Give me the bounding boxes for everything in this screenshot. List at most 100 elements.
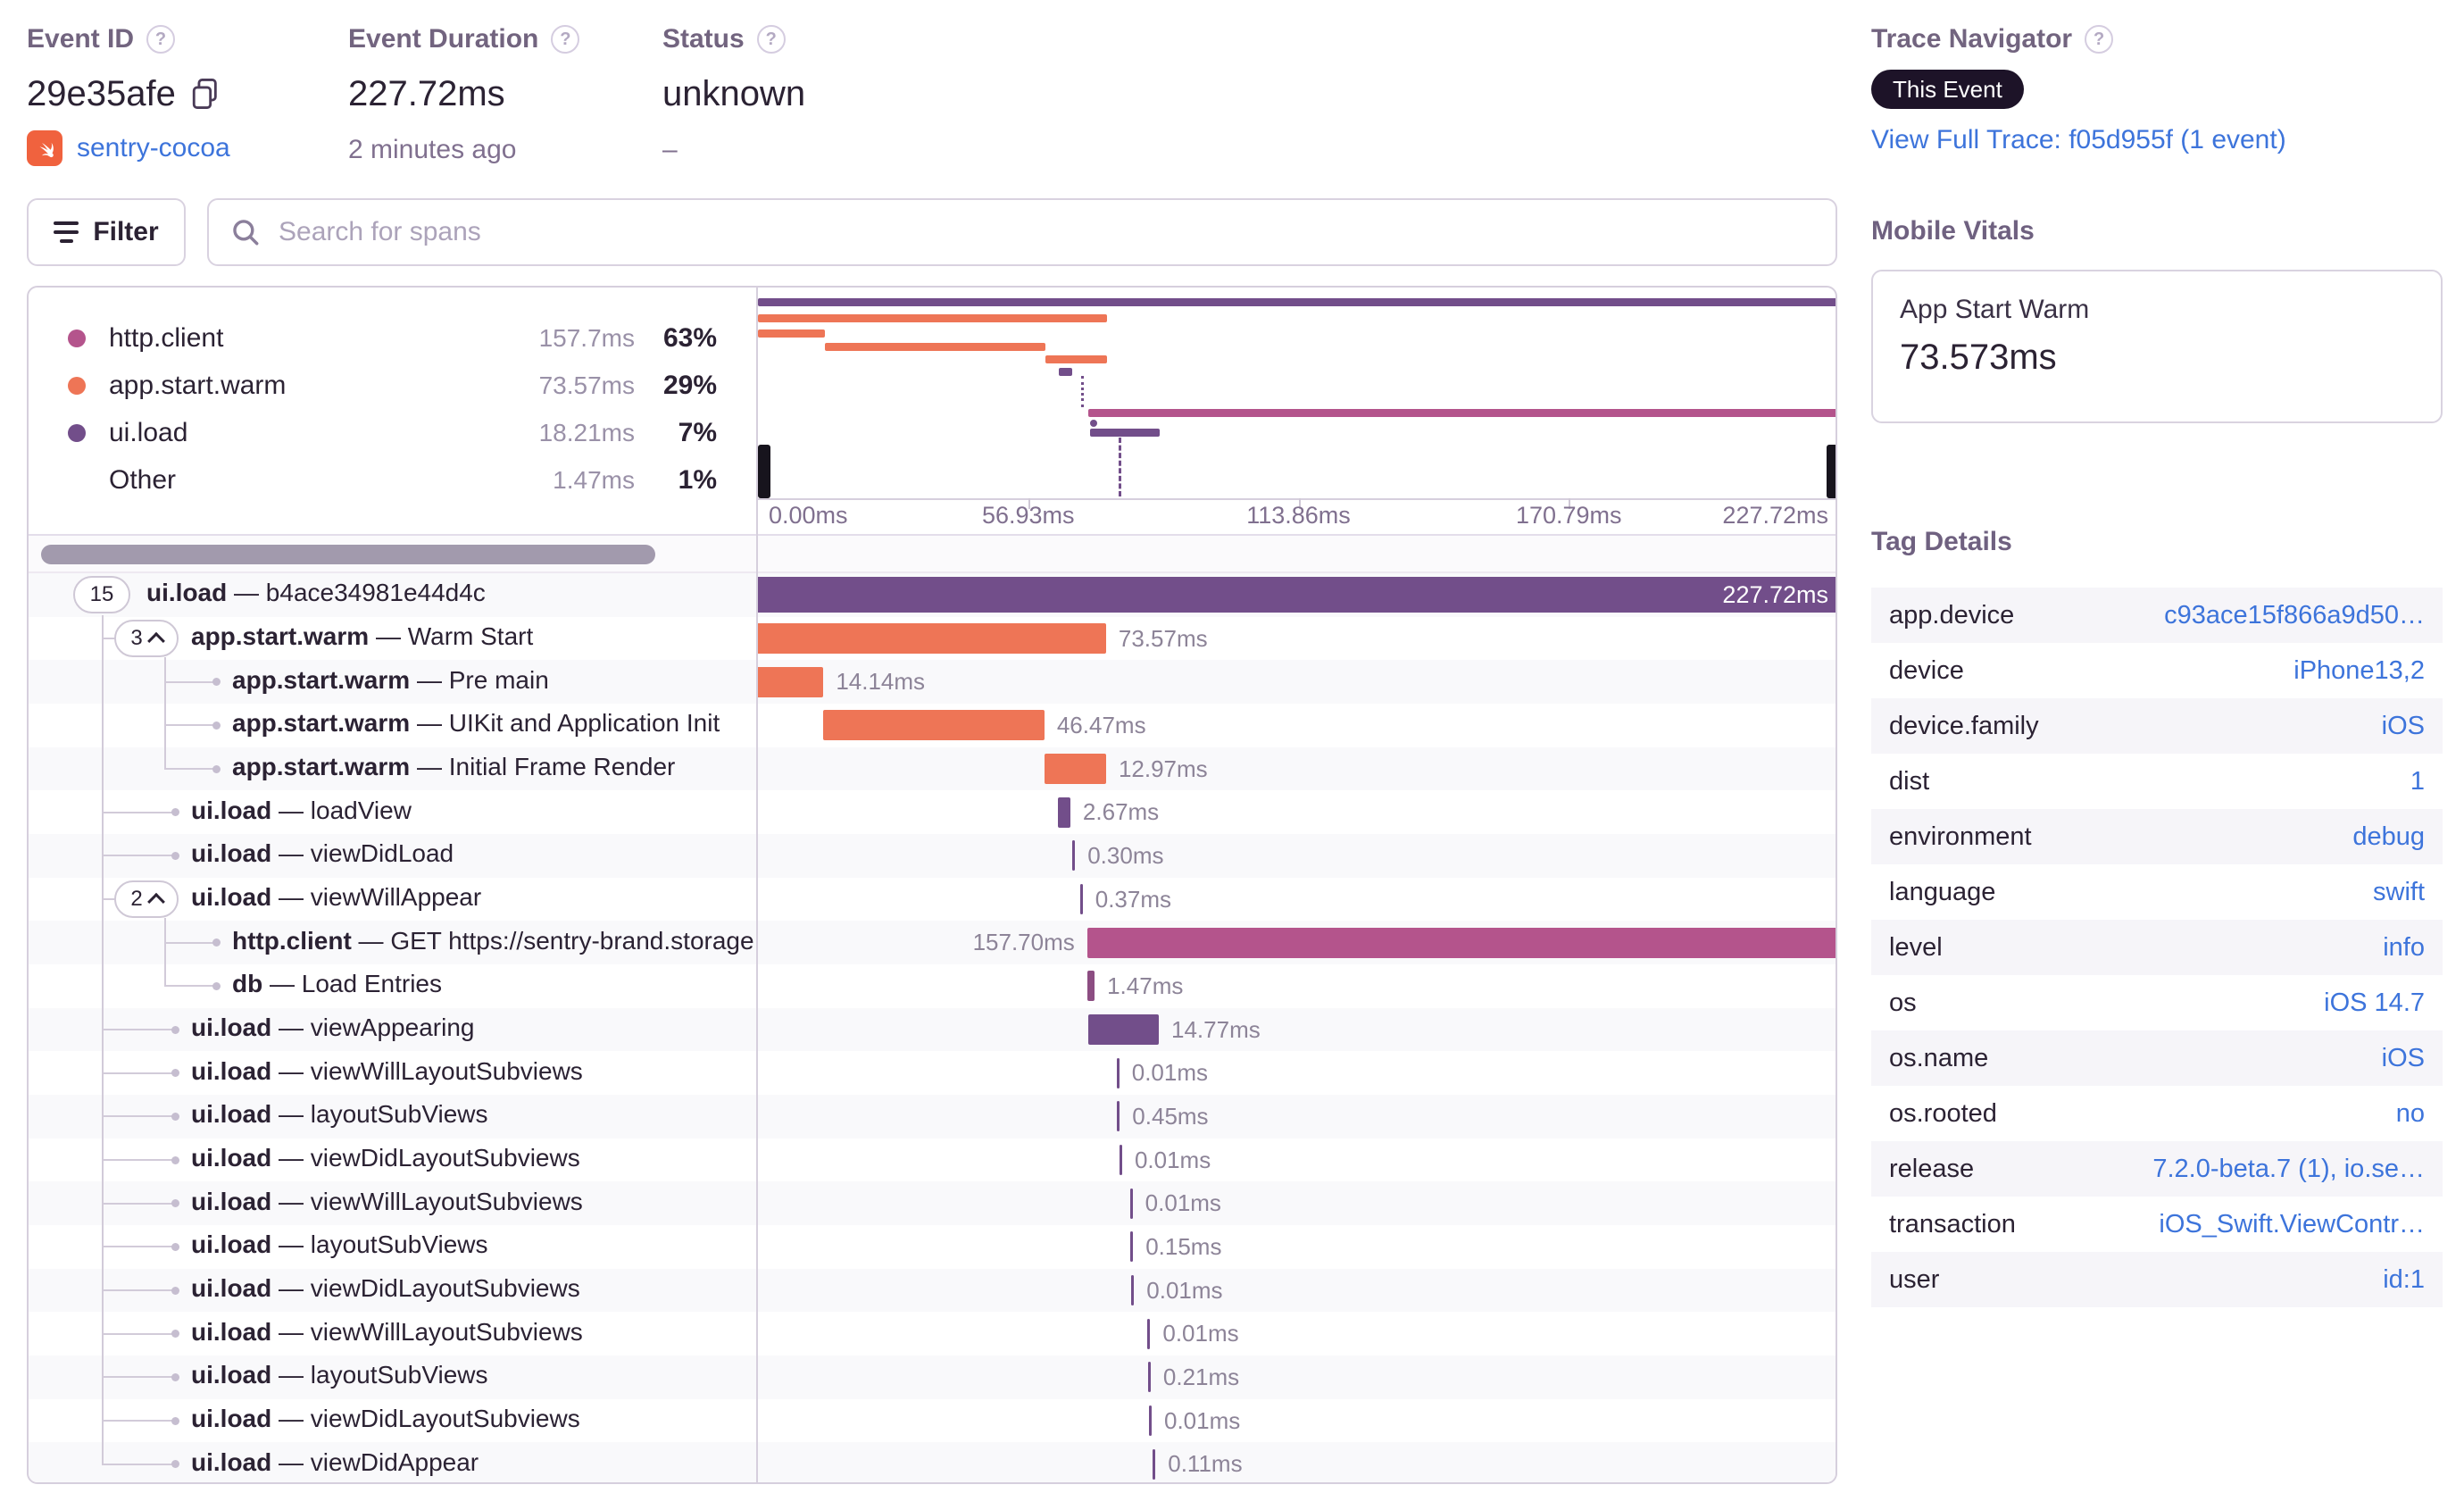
span-row[interactable]: ui.load — loadView 2.67ms [29,790,1836,834]
span-bar[interactable] [756,666,824,697]
span-row[interactable]: ui.load — viewDidLayoutSubviews 0.01ms [29,1268,1836,1313]
span-title: ui.load — layoutSubViews [191,1230,488,1259]
span-bar[interactable] [1116,1057,1120,1088]
legend-item[interactable]: app.start.warm 73.57ms 29% [29,362,756,409]
tag-value-link[interactable]: info [2383,933,2425,963]
tree-connector-dot [171,1112,179,1121]
tag-value-link[interactable]: debug [2352,822,2425,852]
span-row[interactable]: 15 ui.load — b4ace34981e44d4c 227.72ms [29,573,1836,617]
legend-op-percent: 1% [678,464,717,495]
span-row[interactable]: ui.load — viewDidLayoutSubviews 0.01ms [29,1399,1836,1443]
span-title: ui.load — viewAppearing [191,1013,475,1042]
span-row[interactable]: ui.load — viewDidLayoutSubviews 0.01ms [29,1139,1836,1182]
span-row[interactable]: ui.load — viewDidAppear 0.11ms [29,1442,1836,1482]
span-bar[interactable] [1087,971,1095,1002]
span-row[interactable]: app.start.warm — UIKit and Application I… [29,704,1836,747]
tree-connector [164,768,214,770]
mobile-vitals-card: App Start Warm 73.573ms [1871,270,2443,423]
help-icon[interactable]: ? [2085,25,2114,54]
horizontal-scrollbar-track[interactable] [29,536,1836,573]
span-toggle-pill[interactable]: 3 [114,619,179,657]
span-tree-cell: ui.load — viewWillLayoutSubviews [29,1181,756,1225]
span-bar[interactable] [1130,1231,1134,1263]
span-row[interactable]: app.start.warm — Initial Frame Render 12.… [29,746,1836,791]
span-row[interactable]: ui.load — viewWillLayoutSubviews 0.01ms [29,1312,1836,1355]
search-input[interactable] [277,216,1814,248]
minimap-left-handle[interactable] [758,445,770,498]
help-icon[interactable]: ? [146,25,176,54]
span-bar[interactable] [1117,1101,1120,1132]
tag-value-link[interactable]: c93ace15f866a9d50… [2164,601,2425,630]
span-row[interactable]: 3 app.start.warm — Warm Start 73.57ms [29,617,1836,661]
span-bar[interactable] [823,710,1045,741]
span-duration-label: 0.01ms [1163,1406,1241,1434]
span-bar[interactable] [756,622,1106,654]
horizontal-scrollbar-thumb[interactable] [41,545,655,564]
tag-value-link[interactable]: 7.2.0-beta.7 (1), io.se… [2152,1155,2425,1184]
span-row[interactable]: ui.load — viewWillLayoutSubviews 0.01ms [29,1051,1836,1095]
span-toggle-pill[interactable]: 2 [114,880,179,919]
tag-value-link[interactable]: iOS 14.7 [2324,988,2425,1018]
tag-value-link[interactable]: swift [2373,878,2425,907]
status-sub: – [662,135,678,164]
span-bar[interactable] [1147,1318,1151,1349]
legend-item[interactable]: http.client 157.7ms 63% [29,314,756,362]
tag-value-link[interactable]: 1 [2410,767,2425,797]
minimap-right-handle[interactable] [1827,445,1836,498]
span-row[interactable]: 2 ui.load — viewWillAppear 0.37ms [29,878,1836,922]
span-bar[interactable] [1088,1014,1159,1046]
tag-key: app.device [1889,600,2015,630]
legend-item[interactable]: Other 1.47ms 1% [29,456,756,504]
this-event-badge[interactable]: This Event [1871,70,2024,109]
swift-platform-icon [27,130,62,166]
tag-value-link[interactable]: no [2396,1099,2425,1129]
project-link[interactable]: sentry-cocoa [77,133,230,163]
span-bar[interactable] [1057,797,1070,828]
span-title: ui.load — layoutSubViews [191,1361,488,1389]
tree-connector [102,855,175,857]
span-row[interactable]: ui.load — layoutSubViews 0.15ms [29,1225,1836,1269]
tag-value-link[interactable]: id:1 [2383,1265,2425,1295]
tag-value-link[interactable]: iOS [2382,712,2425,741]
span-bar[interactable] [1079,884,1083,915]
minimap-span [825,343,1046,351]
span-bar[interactable] [1147,1362,1151,1393]
tree-connector [102,1246,175,1248]
tag-value-link[interactable]: iPhone13,2 [2293,656,2425,686]
span-bar[interactable] [1072,840,1076,872]
span-bar[interactable] [756,577,1836,613]
span-row[interactable]: ui.load — viewAppearing 14.77ms [29,1007,1836,1052]
copy-icon[interactable] [190,77,221,111]
legend-item[interactable]: ui.load 18.21ms 7% [29,409,756,456]
tag-value-link[interactable]: iOS_Swift.ViewContr… [2159,1210,2425,1239]
span-row[interactable]: http.client — GET https://sentry-brand.s… [29,921,1836,965]
legend-op-name: http.client [109,322,224,353]
trace-minimap[interactable] [758,288,1836,498]
status-value: unknown [662,73,806,113]
filter-button[interactable]: Filter [27,198,186,266]
span-bar[interactable] [1131,1275,1135,1306]
span-bar-cell: 12.97ms [756,747,1836,791]
span-bar[interactable] [1129,1188,1133,1219]
span-row[interactable]: app.start.warm — Pre main 14.14ms [29,660,1836,704]
event-duration-value: 227.72ms [348,73,505,113]
help-icon[interactable]: ? [551,25,580,54]
legend-op-name: ui.load [109,417,188,447]
span-toggle-pill[interactable]: 15 [73,576,130,614]
span-row[interactable]: ui.load — viewWillLayoutSubviews 0.01ms [29,1181,1836,1226]
tag-value-link[interactable]: iOS [2382,1044,2425,1073]
span-row[interactable]: ui.load — layoutSubViews 0.21ms [29,1355,1836,1399]
span-detail-view: Event ID ? 29e35afe sentry-cocoa Event D… [0,0,2464,1493]
span-row[interactable]: ui.load — viewDidLoad 0.30ms [29,834,1836,878]
span-bar[interactable] [1119,1145,1122,1176]
span-row[interactable]: db — Load Entries 1.47ms [29,964,1836,1008]
help-icon[interactable]: ? [756,25,786,54]
span-bar-cell: 157.70ms [756,921,1836,964]
span-row[interactable]: ui.load — layoutSubViews 0.45ms [29,1095,1836,1139]
tree-connector-dot [171,1155,179,1164]
span-bar[interactable] [1153,1448,1156,1480]
span-bar[interactable] [1044,754,1106,784]
view-full-trace-link[interactable]: View Full Trace: f05d955f (1 event) [1871,125,2286,154]
span-bar[interactable] [1148,1405,1152,1437]
span-bar[interactable] [1086,927,1836,958]
